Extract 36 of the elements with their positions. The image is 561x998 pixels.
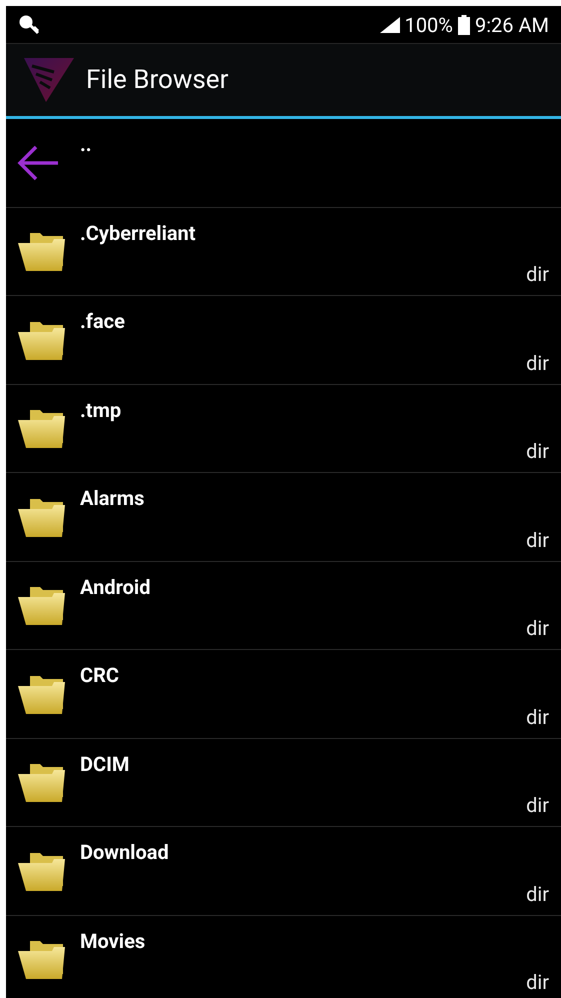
key-icon xyxy=(18,14,42,36)
battery-percent: 100% xyxy=(404,12,453,38)
file-type: dir xyxy=(526,704,549,730)
file-type: dir xyxy=(526,880,549,906)
file-list-item[interactable]: .Cyberreliant dir xyxy=(6,208,561,296)
file-name: Download xyxy=(80,839,170,865)
file-list-item[interactable]: Movies dir xyxy=(6,916,561,998)
file-list-item[interactable]: .face dir xyxy=(6,296,561,384)
app-title: File Browser xyxy=(86,64,228,96)
file-type: dir xyxy=(526,615,549,641)
app-logo-icon xyxy=(24,58,74,102)
file-list-item[interactable]: Download dir xyxy=(6,827,561,916)
file-name: Android xyxy=(80,574,152,600)
file-list-item[interactable]: .. xyxy=(6,119,561,208)
file-type: dir xyxy=(526,969,549,995)
file-name: .tmp xyxy=(80,396,122,422)
file-name: Movies xyxy=(80,928,146,954)
file-type: dir xyxy=(526,438,549,464)
file-name: CRC xyxy=(80,662,120,688)
file-name: Alarms xyxy=(80,485,146,511)
file-list-item[interactable]: Alarms dir xyxy=(6,473,561,562)
battery-icon xyxy=(458,14,470,34)
file-type: dir xyxy=(526,526,549,552)
file-name: .Cyberreliant xyxy=(80,220,197,246)
file-list-item[interactable]: CRC dir xyxy=(6,650,561,738)
file-list-item[interactable]: .tmp dir xyxy=(6,384,561,473)
file-type: dir xyxy=(526,350,549,376)
file-name: .face xyxy=(80,308,126,334)
file-list-item[interactable]: DCIM dir xyxy=(6,738,561,827)
file-list-item[interactable]: Android dir xyxy=(6,562,561,650)
signal-icon xyxy=(380,16,400,32)
file-type: dir xyxy=(526,261,549,287)
file-name: DCIM xyxy=(80,750,130,776)
file-name: .. xyxy=(80,131,93,157)
clock: 9:26 AM xyxy=(474,12,549,38)
file-type: dir xyxy=(526,792,549,818)
